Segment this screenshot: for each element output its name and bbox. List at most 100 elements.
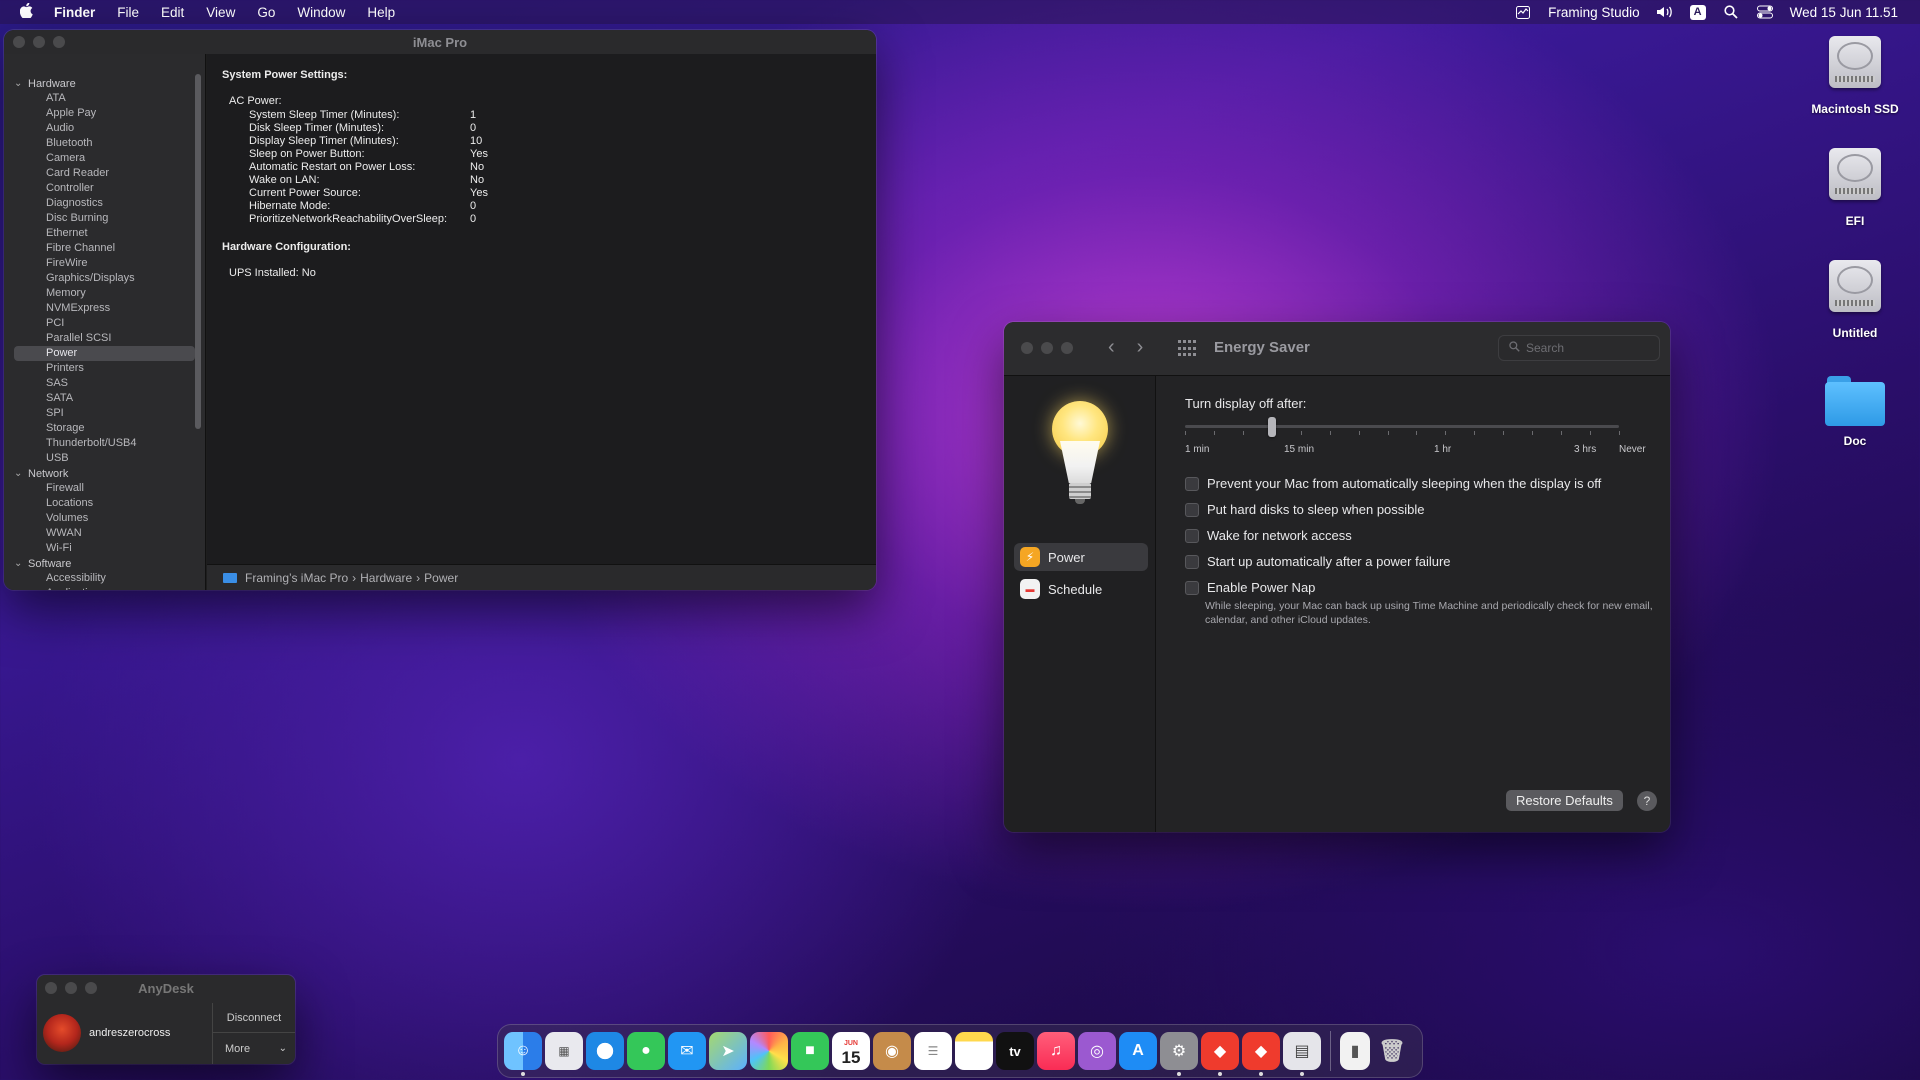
sidebar-item-memory[interactable]: Memory — [4, 286, 205, 301]
system-preferences-icon[interactable]: ⚙ — [1160, 1032, 1198, 1076]
menu-go[interactable]: Go — [257, 5, 275, 20]
checkbox-disk-sleep[interactable]: Put hard disks to sleep when possible — [1185, 502, 1425, 517]
forward-icon[interactable]: › — [1137, 336, 1144, 359]
sidebar-item-ethernet[interactable]: Ethernet — [4, 226, 205, 241]
sidebar-item-applications[interactable]: Applications — [4, 586, 205, 590]
path-power[interactable]: Power — [424, 571, 458, 585]
sidebar-item-graphics-displays[interactable]: Graphics/Displays — [4, 271, 205, 286]
display-sleep-slider[interactable] — [1185, 417, 1620, 439]
volume-icon[interactable] — [1656, 4, 1674, 20]
zoom-button[interactable] — [1061, 342, 1073, 354]
sidebar-item-printers[interactable]: Printers — [4, 361, 205, 376]
show-all-grid-icon[interactable] — [1178, 340, 1196, 358]
chevron-down-icon[interactable]: ⌄ — [14, 558, 28, 569]
desktop-icon-macintosh-ssd[interactable]: Macintosh SSD — [1785, 32, 1920, 116]
control-center-icon[interactable] — [1756, 4, 1774, 20]
path-hardware[interactable]: Hardware — [360, 571, 412, 585]
sidebar-item-audio[interactable]: Audio — [4, 121, 205, 136]
music-icon[interactable]: ♫ — [1037, 1032, 1075, 1070]
sidebar-item-pci[interactable]: PCI — [4, 316, 205, 331]
more-button[interactable]: More ⌄ — [213, 1033, 295, 1064]
launchpad-icon[interactable]: ▦ — [545, 1032, 583, 1070]
sidebar-item-fibre-channel[interactable]: Fibre Channel — [4, 241, 205, 256]
sidebar-scrollbar[interactable] — [195, 74, 201, 429]
restore-defaults-button[interactable]: Restore Defaults — [1506, 790, 1623, 811]
sidebar-item-spi[interactable]: SPI — [4, 406, 205, 421]
sidebar-item-wi-fi[interactable]: Wi-Fi — [4, 541, 205, 556]
sidebar-item-wwan[interactable]: WWAN — [4, 526, 205, 541]
sidebar-item-accessibility[interactable]: Accessibility — [4, 571, 205, 586]
safari-icon[interactable] — [586, 1032, 624, 1070]
disconnect-button[interactable]: Disconnect — [213, 1003, 295, 1033]
photos-icon[interactable] — [750, 1032, 788, 1070]
checkbox[interactable] — [1185, 580, 1199, 595]
chevron-down-icon[interactable]: ⌄ — [14, 78, 28, 89]
slider-track[interactable] — [1185, 425, 1619, 428]
podcasts-icon[interactable]: ◎ — [1078, 1032, 1116, 1070]
menu-window[interactable]: Window — [297, 5, 345, 20]
reminders-icon[interactable]: ☰ — [914, 1032, 952, 1070]
checkbox[interactable] — [1185, 476, 1199, 491]
apple-menu-icon[interactable] — [19, 2, 48, 22]
tv-icon[interactable]: tv — [996, 1032, 1034, 1070]
sidebar-item-parallel-scsi[interactable]: Parallel SCSI — [4, 331, 205, 346]
sidebar-item-card-reader[interactable]: Card Reader — [4, 166, 205, 181]
facetime-icon[interactable]: ■ — [791, 1032, 829, 1070]
contacts-icon[interactable]: ◉ — [873, 1032, 911, 1070]
sidebar-item-thunderbolt-usb4[interactable]: Thunderbolt/USB4 — [4, 436, 205, 451]
sidebar-item-controller[interactable]: Controller — [4, 181, 205, 196]
sidebar-item-camera[interactable]: Camera — [4, 151, 205, 166]
activity-monitor-icon[interactable] — [1514, 4, 1532, 20]
slider-knob[interactable] — [1267, 417, 1276, 437]
checkbox-power-nap[interactable]: Enable Power Nap — [1185, 580, 1315, 595]
checkbox-prevent-sleep[interactable]: Prevent your Mac from automatically slee… — [1185, 476, 1601, 491]
calendar-icon[interactable]: JUN 15 — [832, 1032, 870, 1070]
anydesk-alt-icon[interactable]: ◆ — [1242, 1032, 1280, 1076]
sidebar-group-software[interactable]: ⌄ Software — [4, 556, 205, 571]
path-computer[interactable]: Framing’s iMac Pro — [245, 571, 348, 585]
document-icon[interactable]: ▮ — [1340, 1032, 1370, 1070]
sidebar-item-firewall[interactable]: Firewall — [4, 481, 205, 496]
messages-icon[interactable]: ● — [627, 1032, 665, 1070]
spotlight-search-icon[interactable] — [1722, 4, 1740, 20]
sidebar-item-sata[interactable]: SATA — [4, 391, 205, 406]
checkbox[interactable] — [1185, 554, 1199, 569]
sidebar-group-hardware[interactable]: ⌄ Hardware — [4, 76, 205, 91]
search-field[interactable]: Search — [1498, 335, 1660, 361]
menu-file[interactable]: File — [117, 5, 139, 20]
clock-datetime[interactable]: Wed 15 Jun 11.51 — [1790, 5, 1898, 20]
sidebar-item-ata[interactable]: ATA — [4, 91, 205, 106]
desktop-icon-efi[interactable]: EFI — [1785, 144, 1920, 228]
status-user-name[interactable]: Framing Studio — [1548, 5, 1640, 20]
back-icon[interactable]: ‹ — [1108, 336, 1115, 359]
app-menu-finder[interactable]: Finder — [54, 5, 95, 20]
anydesk-icon[interactable]: ◆ — [1201, 1032, 1239, 1076]
close-button[interactable] — [1021, 342, 1033, 354]
minimize-button[interactable] — [1041, 342, 1053, 354]
sidebar-item-disc-burning[interactable]: Disc Burning — [4, 211, 205, 226]
mail-icon[interactable]: ✉ — [668, 1032, 706, 1070]
sidebar-item-diagnostics[interactable]: Diagnostics — [4, 196, 205, 211]
trash-icon[interactable]: 🗑 — [1373, 1032, 1411, 1070]
checkbox-wake-network[interactable]: Wake for network access — [1185, 528, 1352, 543]
maps-icon[interactable]: ➤ — [709, 1032, 747, 1070]
sidebar-item-power[interactable]: ⚡ Power — [1014, 543, 1148, 571]
sidebar-item-sas[interactable]: SAS — [4, 376, 205, 391]
desktop-icon-doc[interactable]: Doc — [1785, 376, 1920, 448]
checkbox[interactable] — [1185, 528, 1199, 543]
chevron-down-icon[interactable]: ⌄ — [14, 468, 28, 479]
checkbox[interactable] — [1185, 502, 1199, 517]
system-information-icon[interactable]: ▤ — [1283, 1032, 1321, 1076]
notes-icon[interactable] — [955, 1032, 993, 1070]
sidebar-item-schedule[interactable]: ▬ Schedule — [1014, 575, 1148, 603]
sidebar-item-power[interactable]: Power — [14, 346, 195, 361]
sidebar-item-nvmexpress[interactable]: NVMExpress — [4, 301, 205, 316]
desktop-icon-untitled[interactable]: Untitled — [1785, 256, 1920, 340]
sidebar-item-usb[interactable]: USB — [4, 451, 205, 466]
sidebar-item-volumes[interactable]: Volumes — [4, 511, 205, 526]
input-source-icon[interactable]: A — [1689, 4, 1706, 20]
sidebar-item-apple-pay[interactable]: Apple Pay — [4, 106, 205, 121]
menu-help[interactable]: Help — [367, 5, 395, 20]
menu-edit[interactable]: Edit — [161, 5, 184, 20]
help-button[interactable]: ? — [1637, 791, 1657, 811]
